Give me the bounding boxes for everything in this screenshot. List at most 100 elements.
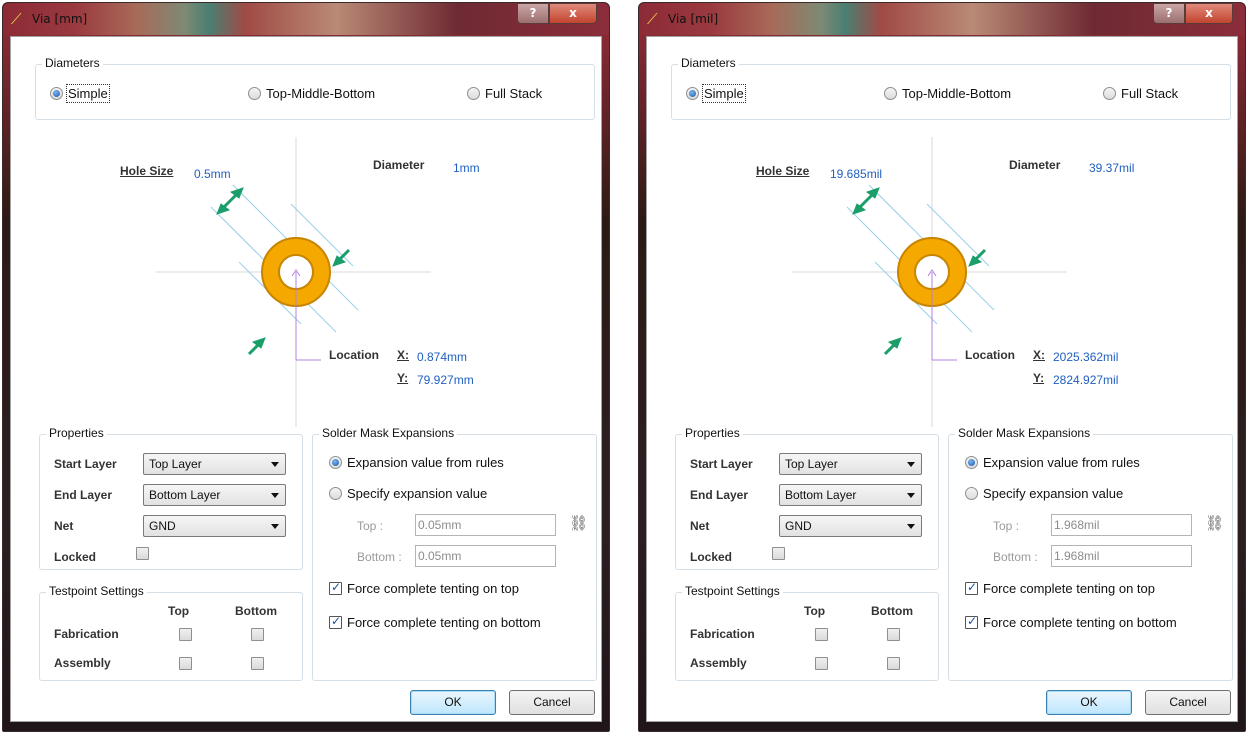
net-select[interactable]: GND xyxy=(779,515,922,537)
location-x-label: X: xyxy=(397,348,409,362)
diameter-value: 39.37mil xyxy=(1089,161,1135,175)
radio-top-middle-bottom[interactable]: Top-Middle-Bottom xyxy=(248,86,375,101)
title-bar[interactable]: ⟋ Via [mil] ? x xyxy=(639,3,1245,35)
location-label: Location xyxy=(329,348,379,362)
fabrication-bottom-checkbox[interactable] xyxy=(251,628,264,641)
hole-size-value: 19.685mil xyxy=(830,167,883,181)
close-button[interactable]: x xyxy=(549,3,597,24)
title-bar[interactable]: ⟋ Via [mm] ? x xyxy=(3,3,609,35)
chevron-down-icon xyxy=(907,462,915,467)
top-expansion-input[interactable]: 0.05mm xyxy=(415,514,556,536)
radio-specify-expansion[interactable]: Specify expansion value xyxy=(965,486,1123,501)
diameters-title: Diameters xyxy=(678,56,739,70)
net-value: GND xyxy=(785,519,812,533)
via-diagram-svg xyxy=(792,137,1067,427)
window-title: Via [mil] xyxy=(668,12,719,26)
cancel-button[interactable]: Cancel xyxy=(1145,690,1231,715)
help-button[interactable]: ? xyxy=(517,3,549,24)
chevron-down-icon xyxy=(271,462,279,467)
fabrication-label: Fabrication xyxy=(690,627,755,641)
radio-full-stack[interactable]: Full Stack xyxy=(467,86,542,101)
radio-expansion-from-rules[interactable]: Expansion value from rules xyxy=(965,455,1140,470)
tent-bottom-checkbox[interactable] xyxy=(965,614,978,629)
radio-specify-expansion[interactable]: Specify expansion value xyxy=(329,486,487,501)
tent-bottom-checkbox[interactable] xyxy=(329,614,342,629)
radio-dot xyxy=(329,487,342,500)
via-dialog-mm: ⟋ Via [mm] ? x Diameters Simple Top-Midd… xyxy=(2,2,610,732)
net-label: Net xyxy=(54,519,74,533)
hole-size-label: Hole Size xyxy=(756,164,810,178)
bottom-expansion-input[interactable]: 0.05mm xyxy=(415,545,556,567)
tent-top-checkbox[interactable] xyxy=(329,580,342,595)
fabrication-top-checkbox[interactable] xyxy=(815,628,828,641)
start-layer-select[interactable]: Top Layer xyxy=(779,453,922,475)
location-y-value: 79.927mm xyxy=(417,373,474,387)
hole-size-arrow xyxy=(216,187,244,215)
locked-checkbox[interactable] xyxy=(136,547,149,560)
end-layer-label: End Layer xyxy=(54,488,113,502)
location-y-label: Y: xyxy=(1033,371,1045,385)
start-layer-select[interactable]: Top Layer xyxy=(143,453,286,475)
ok-button[interactable]: OK xyxy=(1046,690,1132,715)
tent-bottom-option[interactable]: Force complete tenting on bottom xyxy=(965,614,1177,630)
diameter-value: 1mm xyxy=(453,161,480,175)
via-diagram xyxy=(647,132,1239,432)
end-layer-value: Bottom Layer xyxy=(785,488,857,502)
properties-group: Properties Start Layer Top Layer End Lay… xyxy=(675,426,939,570)
fabrication-top-checkbox[interactable] xyxy=(179,628,192,641)
radio-simple[interactable]: Simple xyxy=(686,84,746,103)
radio-dot xyxy=(1103,87,1116,100)
hole-size-value: 0.5mm xyxy=(194,167,231,181)
radio-full-stack[interactable]: Full Stack xyxy=(1103,86,1178,101)
radio-expansion-from-rules[interactable]: Expansion value from rules xyxy=(329,455,504,470)
net-label: Net xyxy=(690,519,710,533)
chevron-down-icon xyxy=(271,493,279,498)
assembly-bottom-checkbox[interactable] xyxy=(887,657,900,670)
close-button[interactable]: x xyxy=(1185,3,1233,24)
end-layer-select[interactable]: Bottom Layer xyxy=(143,484,286,506)
net-select[interactable]: GND xyxy=(143,515,286,537)
tp-bottom-header: Bottom xyxy=(871,604,913,618)
diameter-arrow-bottom xyxy=(883,337,902,356)
chain-link-icon[interactable]: ⛓ xyxy=(1205,516,1224,531)
radio-top-middle-bottom[interactable]: Top-Middle-Bottom xyxy=(884,86,1011,101)
testpoint-title: Testpoint Settings xyxy=(46,584,147,598)
assembly-top-checkbox[interactable] xyxy=(815,657,828,670)
diameter-arrow-bottom xyxy=(247,337,266,356)
assembly-top-checkbox[interactable] xyxy=(179,657,192,670)
tent-bottom-option[interactable]: Force complete tenting on bottom xyxy=(329,614,541,630)
tent-top-checkbox[interactable] xyxy=(965,580,978,595)
fabrication-bottom-checkbox[interactable] xyxy=(887,628,900,641)
diameters-group: Diameters Simple Top-Middle-Bottom Full … xyxy=(35,56,595,120)
cancel-button[interactable]: Cancel xyxy=(509,690,595,715)
assembly-bottom-checkbox[interactable] xyxy=(251,657,264,670)
end-layer-label: End Layer xyxy=(690,488,749,502)
top-expansion-input[interactable]: 1.968mil xyxy=(1051,514,1192,536)
tp-top-header: Top xyxy=(168,604,190,618)
tent-top-option[interactable]: Force complete tenting on top xyxy=(965,580,1155,596)
bottom-expansion-label: Bottom : xyxy=(993,550,1038,564)
start-layer-value: Top Layer xyxy=(149,457,202,471)
tent-top-option[interactable]: Force complete tenting on top xyxy=(329,580,519,596)
chevron-down-icon xyxy=(907,524,915,529)
dialog-body: Diameters Simple Top-Middle-Bottom Full … xyxy=(10,36,602,722)
dialog-body: Diameters Simple Top-Middle-Bottom Full … xyxy=(646,36,1238,722)
end-layer-select[interactable]: Bottom Layer xyxy=(779,484,922,506)
locked-label: Locked xyxy=(690,550,733,564)
start-layer-value: Top Layer xyxy=(785,457,838,471)
radio-dot xyxy=(884,87,897,100)
help-button[interactable]: ? xyxy=(1153,3,1185,24)
via-icon: ⟋ xyxy=(647,10,658,28)
radio-simple[interactable]: Simple xyxy=(50,84,110,103)
tp-bottom-header: Bottom xyxy=(235,604,277,618)
start-layer-label: Start Layer xyxy=(54,457,117,471)
ok-button[interactable]: OK xyxy=(410,690,496,715)
bottom-expansion-input[interactable]: 1.968mil xyxy=(1051,545,1192,567)
radio-dot xyxy=(329,456,342,469)
chain-link-icon[interactable]: ⛓ xyxy=(569,516,588,531)
radio-dot xyxy=(965,456,978,469)
solder-mask-title: Solder Mask Expansions xyxy=(955,426,1094,440)
properties-title: Properties xyxy=(46,426,107,440)
locked-checkbox[interactable] xyxy=(772,547,785,560)
location-x-value: 0.874mm xyxy=(417,350,468,364)
